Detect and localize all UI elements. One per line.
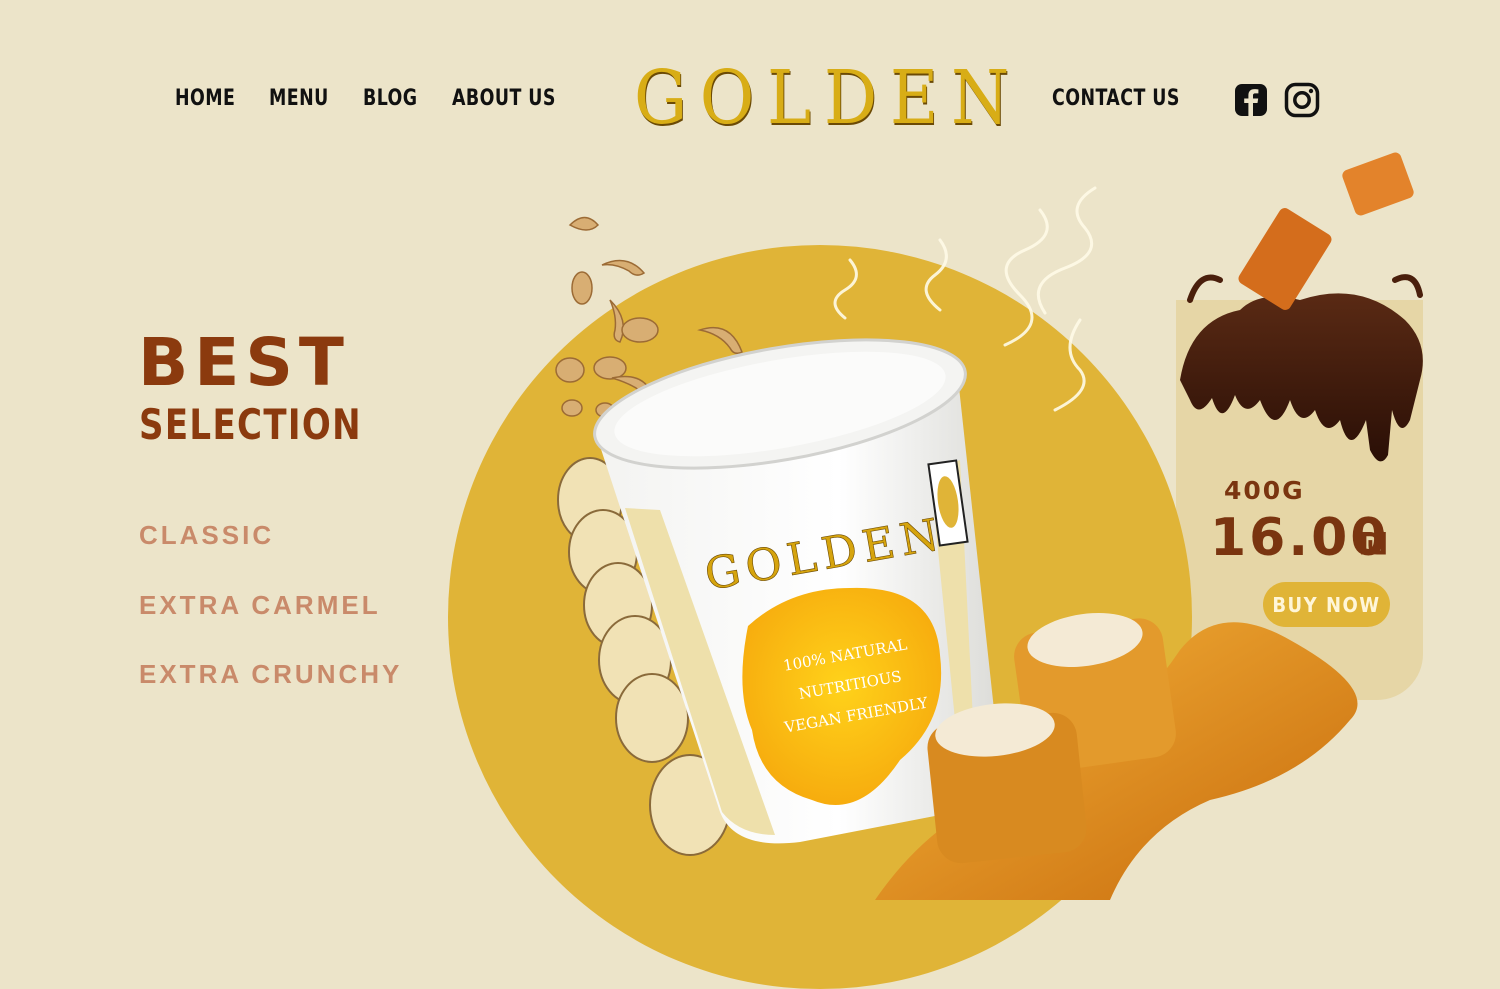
- hero-illustration: GOLDEN 100% NATURAL NUTRITIOUS VEGAN FRI…: [555, 152, 1423, 900]
- caramel-pieces-image: [1238, 152, 1414, 310]
- chocolate-splash-image: [1180, 274, 1423, 462]
- currency-symbol: ₪: [1360, 527, 1388, 562]
- product-weight: 400G: [1224, 476, 1305, 505]
- buy-now-button[interactable]: BUY NOW: [1263, 582, 1390, 627]
